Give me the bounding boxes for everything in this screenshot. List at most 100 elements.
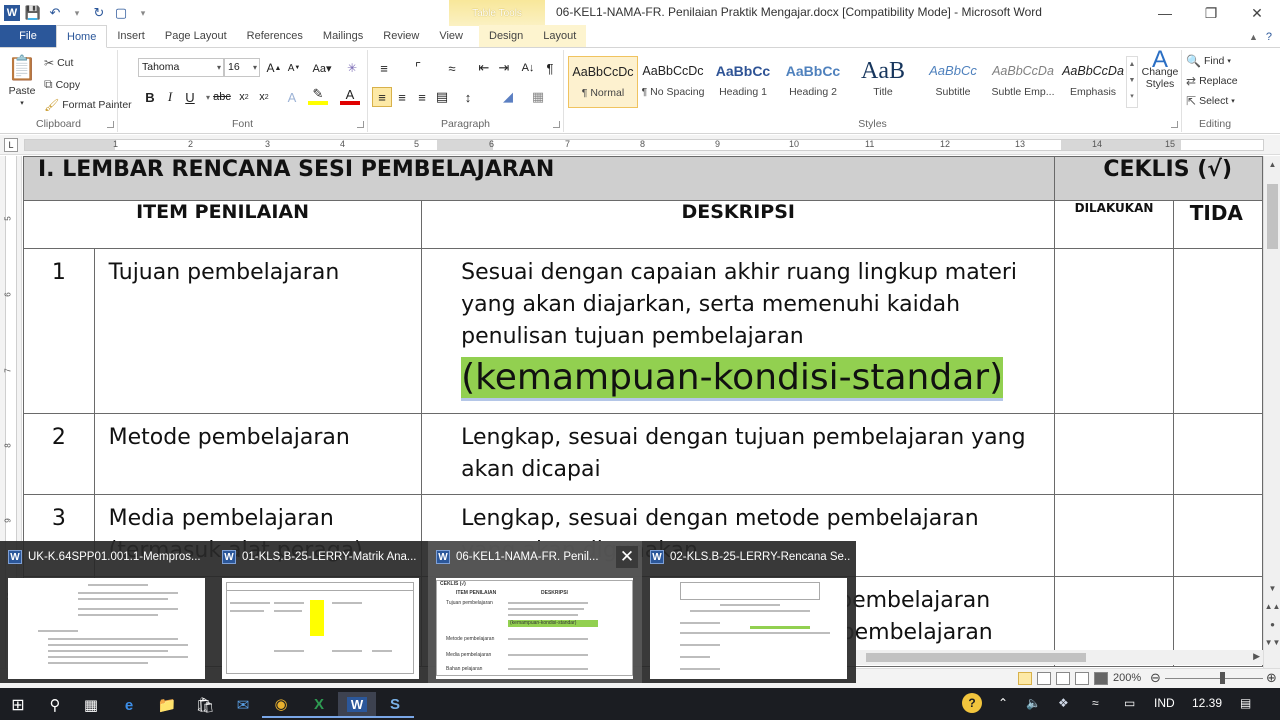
show-formatting-marks-icon[interactable]: ¶: [540, 58, 560, 78]
window-preview[interactable]: W 01-KLS.B-25-LERRY-Matrik Ana...: [214, 541, 428, 683]
row-number[interactable]: 2: [23, 413, 95, 495]
tab-review[interactable]: Review: [373, 25, 429, 47]
horizontal-ruler[interactable]: L 1 2 3 4 5 6 7 8 9 10 11 12 13 14 15: [0, 135, 1280, 155]
increase-indent-icon[interactable]: ⇥: [494, 58, 514, 78]
redo-icon[interactable]: ↻: [90, 4, 108, 22]
restore-icon[interactable]: ❐: [1188, 0, 1234, 26]
item-penilaian-header[interactable]: ITEM PENILAIAN: [23, 200, 423, 249]
styles-gallery-scroll[interactable]: ▲ ▼ ▾: [1126, 56, 1138, 108]
show-hidden-icons-icon[interactable]: ⌃: [998, 696, 1008, 710]
volume-icon[interactable]: 🔈: [1026, 696, 1041, 710]
print-layout-view-icon[interactable]: [1018, 672, 1032, 685]
vertical-scrollbar[interactable]: ▲ ▼ ▲▲ ● ▼▼: [1263, 156, 1280, 668]
scroll-thumb[interactable]: [1267, 184, 1278, 249]
paragraph-launcher-icon[interactable]: [553, 121, 560, 128]
customize-qat-icon[interactable]: ▾: [134, 4, 152, 22]
highlight-color-icon[interactable]: ✎: [308, 86, 328, 105]
select-button[interactable]: ⇱ Select ▾: [1186, 94, 1235, 108]
scroll-up-icon[interactable]: ▲: [1264, 160, 1280, 169]
line-spacing-icon[interactable]: ↕: [458, 87, 478, 107]
text-effects-icon[interactable]: A: [282, 87, 302, 107]
sort-icon[interactable]: A↓: [518, 58, 538, 78]
start-windows-icon[interactable]: ⊞: [0, 692, 36, 718]
dilakukan-cell[interactable]: [1054, 494, 1174, 577]
font-name-combo[interactable]: Tahoma ▾: [138, 58, 224, 77]
zoom-out-icon[interactable]: ⊖: [1150, 670, 1161, 686]
tab-design[interactable]: Design: [479, 25, 534, 47]
dilakukan-cell[interactable]: [1054, 248, 1174, 414]
style-no-spacing[interactable]: AaBbCcDc ¶ No Spacing: [638, 56, 708, 108]
superscript-icon[interactable]: x2: [254, 87, 274, 107]
battery-icon[interactable]: ▭: [1124, 696, 1135, 710]
window-preview[interactable]: W UK-K.64SPP01.001.1-Mempros...: [0, 541, 214, 683]
clear-formatting-icon[interactable]: ✳: [342, 58, 362, 78]
mail-icon[interactable]: ✉: [224, 692, 262, 718]
row-description[interactable]: Lengkap, sesuai dengan tujuan pembelajar…: [421, 413, 1056, 495]
dilakukan-cell[interactable]: [1054, 413, 1174, 495]
section-title[interactable]: I. LEMBAR RENCANA SESI PEMBELAJARAN: [23, 156, 1056, 201]
copy-button[interactable]: ⧉ Copy: [44, 77, 80, 92]
highlighted-text[interactable]: (kemampuan-kondisi-standar): [461, 357, 1004, 401]
word-logo-icon[interactable]: W: [4, 5, 20, 21]
search-icon[interactable]: ⚲: [36, 692, 74, 718]
change-case-icon[interactable]: Aa▾: [312, 58, 332, 78]
horizontal-scroll-thumb[interactable]: [866, 653, 1086, 662]
find-button[interactable]: 🔍 Find ▾: [1186, 54, 1231, 68]
notifications-icon[interactable]: ▤: [1240, 696, 1251, 710]
row-item[interactable]: Metode pembelajaran: [93, 413, 423, 495]
word-taskbar-icon[interactable]: W: [338, 692, 376, 718]
replace-button[interactable]: ⇄ Replace: [1186, 74, 1238, 88]
scroll-down-icon[interactable]: ▼: [1264, 584, 1280, 593]
clock-time[interactable]: 12.39: [1192, 696, 1222, 710]
multilevel-list-icon[interactable]: ≈: [442, 58, 462, 78]
clipboard-launcher-icon[interactable]: [107, 121, 114, 128]
scroll-right-icon[interactable]: ▶: [1253, 651, 1260, 662]
edge-browser-icon[interactable]: e: [110, 692, 148, 718]
decrease-indent-icon[interactable]: ⇤: [474, 58, 494, 78]
tab-references[interactable]: References: [237, 25, 313, 47]
paste-button[interactable]: 📋 Paste ▾: [6, 54, 38, 107]
task-view-icon[interactable]: ▦: [72, 692, 110, 718]
change-styles-button[interactable]: A Change Styles: [1140, 48, 1180, 91]
tab-file[interactable]: File: [0, 25, 56, 47]
bold-icon[interactable]: B: [140, 87, 160, 107]
tab-view[interactable]: View: [429, 25, 473, 47]
wifi-icon[interactable]: ≈: [1092, 696, 1099, 710]
tab-selector[interactable]: L: [4, 138, 18, 152]
previous-page-icon[interactable]: ▲▲: [1264, 602, 1280, 611]
skype-icon[interactable]: S: [376, 692, 414, 718]
dropbox-icon[interactable]: ❖: [1058, 696, 1069, 710]
strikethrough-icon[interactable]: abc: [212, 87, 232, 107]
shading-icon[interactable]: ◢: [498, 87, 518, 107]
zoom-level[interactable]: 200%: [1113, 672, 1141, 684]
font-size-combo[interactable]: 16 ▾: [224, 58, 260, 77]
zoom-in-icon[interactable]: ⊕: [1266, 670, 1277, 686]
tidak-header[interactable]: TIDA: [1172, 200, 1263, 249]
chrome-icon[interactable]: ◉: [262, 692, 300, 718]
style-subtitle[interactable]: AaBbCc Subtitle: [918, 56, 988, 108]
excel-icon[interactable]: X: [300, 692, 338, 718]
font-color-icon[interactable]: A: [340, 87, 360, 105]
align-center-icon[interactable]: ≡: [392, 87, 412, 107]
print-preview-icon[interactable]: ▢: [112, 4, 130, 22]
store-icon[interactable]: 🛍: [186, 692, 224, 718]
bullets-icon[interactable]: ≡: [374, 58, 394, 78]
close-preview-button[interactable]: ✕: [616, 546, 638, 568]
undo-icon[interactable]: ↶: [46, 4, 64, 22]
font-size-dropdown-icon[interactable]: ▾: [253, 59, 257, 76]
styles-launcher-icon[interactable]: [1171, 121, 1178, 128]
font-name-dropdown-icon[interactable]: ▾: [217, 59, 221, 76]
row-number[interactable]: 1: [23, 248, 95, 414]
zoom-slider-knob[interactable]: [1220, 672, 1225, 684]
tab-home[interactable]: Home: [56, 25, 108, 48]
select-browse-object-icon[interactable]: ●: [1264, 620, 1280, 629]
style-subtle-emphasis[interactable]: AaBbCcDa Subtle Emp...: [988, 56, 1058, 108]
underline-icon[interactable]: U: [180, 87, 200, 107]
borders-icon[interactable]: ▦: [528, 87, 548, 107]
zoom-slider-track[interactable]: [1165, 678, 1263, 679]
justify-icon[interactable]: ▤: [432, 87, 452, 107]
row-item[interactable]: Tujuan pembelajaran: [93, 248, 423, 414]
help-tray-icon[interactable]: ?: [962, 693, 982, 713]
ruler-column-marker[interactable]: [1061, 140, 1181, 150]
horizontal-scrollbar[interactable]: ▶: [850, 650, 1263, 665]
